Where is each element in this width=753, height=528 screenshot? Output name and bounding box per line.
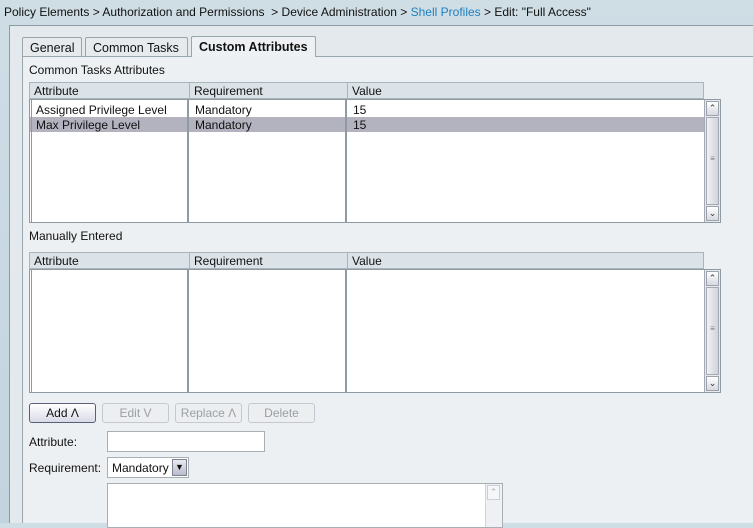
scroll-thumb[interactable]: ≡ bbox=[706, 287, 719, 375]
column-header-value[interactable]: Value bbox=[347, 253, 382, 268]
common-table-header: Attribute Requirement Value bbox=[29, 82, 704, 99]
table-row[interactable]: Assigned Privilege Level Mandatory 15 bbox=[30, 102, 704, 117]
column-divider bbox=[187, 100, 189, 222]
separator: > bbox=[92, 5, 100, 19]
breadcrumb: Policy Elements > Authorization and Perm… bbox=[4, 5, 591, 19]
breadcrumb-item[interactable]: Authorization and Permissions bbox=[102, 5, 264, 19]
column-divider bbox=[345, 270, 347, 392]
attribute-input[interactable] bbox=[107, 431, 265, 452]
breadcrumb-current: Edit: "Full Access" bbox=[494, 5, 591, 19]
scroll-up-icon[interactable]: ⌃ bbox=[706, 101, 719, 116]
chevron-down-icon[interactable]: ▼ bbox=[172, 459, 187, 476]
scroll-down-icon[interactable]: ⌄ bbox=[706, 376, 719, 391]
cell-attribute: Assigned Privilege Level bbox=[36, 103, 167, 117]
common-table-body: Assigned Privilege Level Mandatory 15 Ma… bbox=[29, 99, 721, 223]
delete-button[interactable]: Delete bbox=[248, 403, 315, 423]
value-textarea[interactable]: ⌃ bbox=[107, 483, 503, 528]
scrollbar[interactable]: ⌃ bbox=[485, 484, 502, 527]
scroll-up-icon[interactable]: ⌃ bbox=[706, 271, 719, 286]
add-button[interactable]: Add Λ bbox=[29, 403, 96, 423]
manual-table-body: ⌃ ≡ ⌄ bbox=[29, 269, 721, 393]
column-header-requirement[interactable]: Requirement bbox=[189, 83, 263, 98]
column-header-attribute[interactable]: Attribute bbox=[30, 84, 79, 98]
separator: > bbox=[400, 5, 408, 19]
replace-button[interactable]: Replace Λ bbox=[175, 403, 242, 423]
edit-button[interactable]: Edit V bbox=[102, 403, 169, 423]
manually-entered-title: Manually Entered bbox=[29, 229, 123, 243]
scrollbar[interactable]: ⌃ ≡ ⌄ bbox=[704, 270, 720, 392]
cell-value: 15 bbox=[353, 118, 367, 132]
scroll-up-icon[interactable]: ⌃ bbox=[487, 485, 500, 500]
requirement-select[interactable]: Mandatory ▼ bbox=[107, 457, 189, 478]
column-header-requirement[interactable]: Requirement bbox=[189, 253, 263, 268]
cell-requirement: Mandatory bbox=[195, 118, 252, 132]
column-divider bbox=[345, 100, 347, 222]
scrollbar[interactable]: ⌃ ≡ ⌄ bbox=[704, 100, 720, 222]
breadcrumb-item[interactable]: Policy Elements bbox=[4, 5, 89, 19]
tab-common-tasks[interactable]: Common Tasks bbox=[85, 37, 188, 57]
tab-general[interactable]: General bbox=[22, 37, 82, 57]
scroll-down-icon[interactable]: ⌄ bbox=[706, 206, 719, 221]
requirement-selected-value: Mandatory bbox=[112, 461, 169, 475]
cell-requirement: Mandatory bbox=[195, 103, 252, 117]
requirement-label: Requirement: bbox=[29, 461, 102, 475]
column-divider bbox=[30, 100, 32, 222]
table-row-selected[interactable]: Max Privilege Level Mandatory 15 bbox=[30, 117, 704, 132]
manual-table-header: Attribute Requirement Value bbox=[29, 252, 704, 269]
common-tasks-title: Common Tasks Attributes bbox=[29, 63, 165, 77]
cell-attribute: Max Privilege Level bbox=[36, 118, 141, 132]
breadcrumb-item[interactable]: Device Administration bbox=[282, 5, 397, 19]
scroll-thumb[interactable]: ≡ bbox=[706, 117, 719, 205]
separator: > bbox=[484, 5, 492, 19]
tab-custom-attributes-active[interactable]: Custom Attributes bbox=[191, 36, 316, 57]
column-divider bbox=[187, 270, 189, 392]
cell-value: 15 bbox=[353, 103, 367, 117]
column-header-attribute[interactable]: Attribute bbox=[30, 254, 79, 268]
breadcrumb-link-shell-profiles[interactable]: Shell Profiles bbox=[411, 5, 481, 19]
separator: > bbox=[271, 5, 279, 19]
column-header-value[interactable]: Value bbox=[347, 83, 382, 98]
column-divider bbox=[30, 270, 32, 392]
attribute-label: Attribute: bbox=[29, 435, 78, 449]
